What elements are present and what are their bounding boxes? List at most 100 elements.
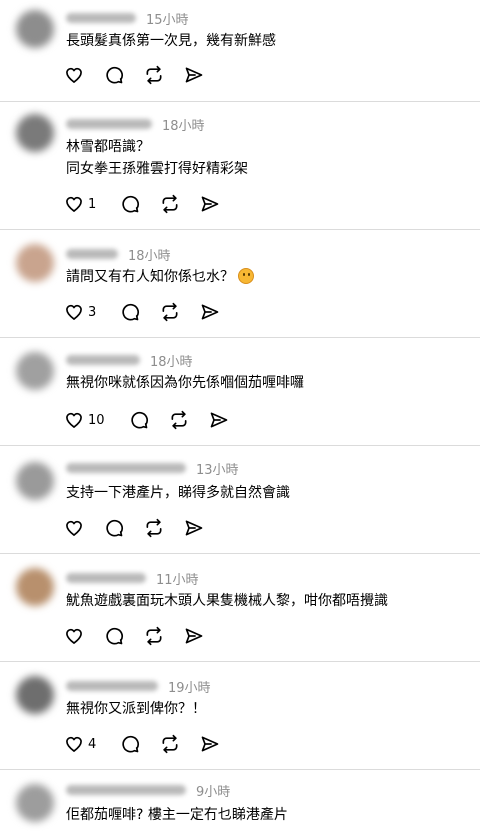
like-count: 10 xyxy=(88,412,105,428)
heart-icon xyxy=(66,628,82,644)
comment-text: 長頭髮真係第一次見，幾有新鮮感 xyxy=(66,30,276,52)
comment-text-line: 支持一下港產片，睇得多就自然會識 xyxy=(66,485,290,501)
action-bar xyxy=(64,625,224,647)
heart-icon xyxy=(66,196,82,212)
share-button[interactable] xyxy=(200,734,220,754)
share-button[interactable] xyxy=(184,626,204,646)
share-icon xyxy=(201,304,219,320)
comment-icon xyxy=(122,303,140,321)
share-button[interactable] xyxy=(200,302,220,322)
comment-item: 13小時 支持一下港產片，睇得多就自然會識 xyxy=(0,446,480,554)
reply-button[interactable] xyxy=(120,302,140,322)
comment-header: 13小時 xyxy=(66,458,239,478)
heart-icon xyxy=(66,304,82,320)
comment-text: 魷魚遊戲裏面玩木頭人果隻機械人黎，咁你都唔攪識 xyxy=(66,590,388,612)
timestamp: 15小時 xyxy=(146,12,189,28)
action-bar: 10 xyxy=(64,409,249,431)
action-bar xyxy=(64,64,224,86)
comment-header: 19小時 xyxy=(66,676,211,696)
repost-button[interactable] xyxy=(169,410,189,430)
username-blurred[interactable] xyxy=(66,119,152,129)
share-button[interactable] xyxy=(200,194,220,214)
repost-button[interactable] xyxy=(160,302,180,322)
heart-icon xyxy=(66,736,82,752)
like-button[interactable]: 4 xyxy=(64,734,100,754)
comment-icon xyxy=(130,411,148,429)
avatar[interactable] xyxy=(16,244,54,282)
comment-text-line: 林雪都唔識？ xyxy=(66,139,150,155)
reply-button[interactable] xyxy=(104,65,124,85)
comment-item: 11小時 魷魚遊戲裏面玩木頭人果隻機械人黎，咁你都唔攪識 xyxy=(0,554,480,662)
avatar[interactable] xyxy=(16,784,54,822)
username-blurred[interactable] xyxy=(66,785,186,795)
reply-button[interactable] xyxy=(120,194,140,214)
share-icon xyxy=(201,196,219,212)
like-button[interactable]: 10 xyxy=(64,410,109,430)
comment-header: 18小時 xyxy=(66,350,193,370)
comment-text-line: 無視你咪就係因為你先係嗰個茄喱啡囉 xyxy=(66,375,304,391)
comment-item: 18小時 林雪都唔識？ 同女拳王孫雅雲打得好精彩架 1 xyxy=(0,102,480,230)
comment-header: 9小時 xyxy=(66,780,230,800)
like-button[interactable]: 1 xyxy=(64,194,100,214)
comment-icon xyxy=(106,519,123,537)
timestamp: 13小時 xyxy=(196,462,239,478)
action-bar: 3 xyxy=(64,301,240,323)
comment-icon xyxy=(122,195,140,213)
share-button[interactable] xyxy=(184,518,204,538)
username-blurred[interactable] xyxy=(66,13,136,23)
username-blurred[interactable] xyxy=(66,573,146,583)
reply-button[interactable] xyxy=(104,518,124,538)
comment-item: 18小時 無視你咪就係因為你先係嗰個茄喱啡囉 10 xyxy=(0,338,480,446)
heart-icon xyxy=(66,67,82,83)
comment-text-line: 同女拳王孫雅雲打得好精彩架 xyxy=(66,161,248,177)
repost-icon xyxy=(162,194,178,214)
reply-button[interactable] xyxy=(120,734,140,754)
like-button[interactable]: 3 xyxy=(64,302,100,322)
reply-button[interactable] xyxy=(104,626,124,646)
share-icon xyxy=(185,628,203,644)
repost-button[interactable] xyxy=(160,734,180,754)
like-button[interactable] xyxy=(64,626,84,646)
username-blurred[interactable] xyxy=(66,463,186,473)
share-button[interactable] xyxy=(209,410,229,430)
comment-text: 請問又有冇人知你係乜水？ xyxy=(66,266,254,288)
comment-item: 9小時 佢都茄喱啡? 樓主一定冇乜睇港產片 xyxy=(0,770,480,840)
heart-icon xyxy=(66,520,82,536)
avatar[interactable] xyxy=(16,676,54,714)
comment-text: 無視你又派到俾你？！ xyxy=(66,698,206,720)
avatar[interactable] xyxy=(16,114,54,152)
comment-item: 19小時 無視你又派到俾你？！ 4 xyxy=(0,662,480,770)
action-bar xyxy=(64,517,224,539)
repost-button[interactable] xyxy=(144,65,164,85)
share-icon xyxy=(185,67,203,83)
share-button[interactable] xyxy=(184,65,204,85)
comment-text: 林雪都唔識？ 同女拳王孫雅雲打得好精彩架 xyxy=(66,136,248,180)
avatar[interactable] xyxy=(16,462,54,500)
avatar[interactable] xyxy=(16,568,54,606)
comment-header: 11小時 xyxy=(66,568,199,588)
timestamp: 18小時 xyxy=(162,118,205,134)
avatar[interactable] xyxy=(16,10,54,48)
repost-icon xyxy=(146,518,162,538)
repost-button[interactable] xyxy=(144,626,164,646)
share-icon xyxy=(185,520,203,536)
username-blurred[interactable] xyxy=(66,249,118,259)
comment-item: 15小時 長頭髮真係第一次見，幾有新鮮感 xyxy=(0,0,480,102)
username-blurred[interactable] xyxy=(66,681,158,691)
like-button[interactable] xyxy=(64,518,84,538)
comment-text: 支持一下港產片，睇得多就自然會識 xyxy=(66,482,290,504)
comment-icon xyxy=(122,735,140,753)
username-blurred[interactable] xyxy=(66,355,140,365)
repost-button[interactable] xyxy=(160,194,180,214)
timestamp: 11小時 xyxy=(156,572,199,588)
like-button[interactable] xyxy=(64,65,84,85)
avatar[interactable] xyxy=(16,352,54,390)
comment-text-content: 請問又有冇人知你係乜水？ xyxy=(66,269,234,285)
comment-text: 無視你咪就係因為你先係嗰個茄喱啡囉 xyxy=(66,372,304,394)
action-bar: 4 xyxy=(64,733,240,755)
repost-button[interactable] xyxy=(144,518,164,538)
share-icon xyxy=(201,736,219,752)
repost-icon xyxy=(162,734,178,754)
reply-button[interactable] xyxy=(129,410,149,430)
action-bar: 1 xyxy=(64,193,240,215)
